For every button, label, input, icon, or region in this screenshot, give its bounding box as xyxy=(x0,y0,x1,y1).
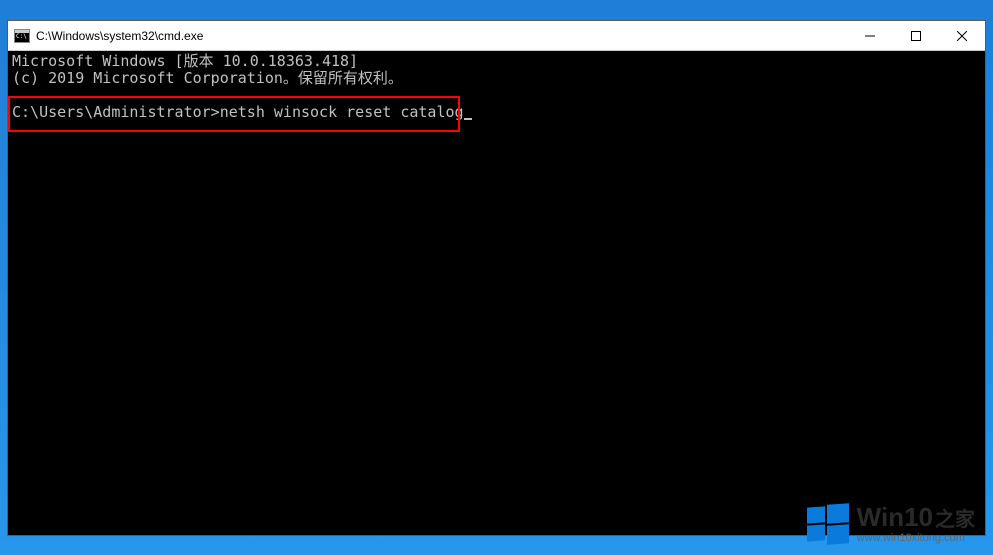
watermark-url: www.win10xitong.com xyxy=(857,532,975,544)
window-title: C:\Windows\system32\cmd.exe xyxy=(36,29,203,43)
watermark: Win10之家 www.win10xitong.com xyxy=(807,503,975,545)
maximize-icon xyxy=(911,31,921,41)
cursor xyxy=(464,118,472,120)
windows-logo-icon xyxy=(807,503,849,545)
titlebar[interactable]: C:\ C:\Windows\system32\cmd.exe xyxy=(8,21,985,51)
close-button[interactable] xyxy=(939,21,985,50)
terminal-area[interactable]: Microsoft Windows [版本 10.0.18363.418] (c… xyxy=(8,51,985,535)
watermark-text: Win10之家 www.win10xitong.com xyxy=(857,504,975,544)
terminal-blank-line xyxy=(12,87,981,104)
watermark-brand: Win10之家 xyxy=(857,504,975,530)
window-controls xyxy=(847,21,985,50)
terminal-output-line: (c) 2019 Microsoft Corporation。保留所有权利。 xyxy=(12,70,981,87)
command-text: netsh winsock reset catalog xyxy=(220,104,464,121)
close-icon xyxy=(957,31,967,41)
cmd-window: C:\ C:\Windows\system32\cmd.exe Microsof… xyxy=(7,20,986,536)
terminal-prompt-line: C:\Users\Administrator>netsh winsock res… xyxy=(12,104,981,121)
maximize-button[interactable] xyxy=(893,21,939,50)
terminal-output-line: Microsoft Windows [版本 10.0.18363.418] xyxy=(12,53,981,70)
prompt-text: C:\Users\Administrator> xyxy=(12,104,220,121)
minimize-button[interactable] xyxy=(847,21,893,50)
cmd-icon: C:\ xyxy=(14,29,30,43)
minimize-icon xyxy=(865,31,875,41)
titlebar-left: C:\ C:\Windows\system32\cmd.exe xyxy=(8,29,203,43)
